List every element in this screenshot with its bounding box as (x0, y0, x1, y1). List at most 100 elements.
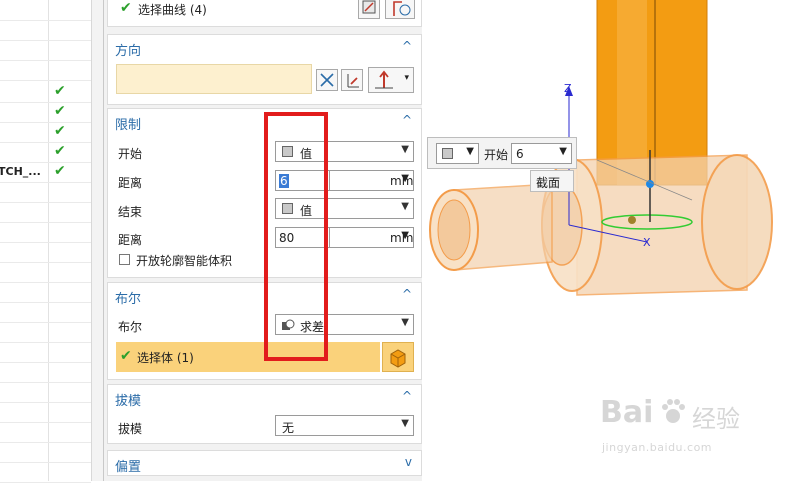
list-item[interactable] (0, 262, 91, 283)
list-item[interactable] (0, 222, 91, 243)
checkmark-icon: ✔ (54, 143, 66, 159)
list-item[interactable] (0, 0, 91, 21)
vector-dialog-button[interactable] (341, 69, 363, 91)
collapse-icon[interactable]: ^ (402, 39, 412, 53)
list-item[interactable] (0, 242, 91, 263)
solid-body-icon (390, 349, 406, 368)
x-axis-label: X (643, 236, 651, 249)
section-tooltip: 截面 (530, 170, 574, 192)
list-item[interactable] (0, 362, 91, 383)
right-pipe-end (701, 154, 773, 290)
direction-header[interactable]: 方向 ^ (108, 35, 421, 59)
popup-start-label: 开始 (484, 148, 509, 162)
popup-start-value: 6 (516, 147, 524, 161)
dropdown-arrow-icon: ▼ (401, 230, 409, 241)
draft-title: 拔模 (115, 394, 142, 409)
reverse-direction-button[interactable] (316, 69, 338, 91)
dropdown-arrow-icon: ▼ (466, 146, 474, 157)
list-item[interactable] (0, 402, 91, 423)
draft-select[interactable]: 无 ▼ (275, 415, 414, 436)
list-item[interactable] (0, 20, 91, 41)
draft-select-value: 无 (282, 421, 295, 435)
select-body-row[interactable]: ✔ 选择体 (1) (116, 342, 380, 372)
list-item[interactable] (0, 442, 91, 463)
start-type-select[interactable]: ▼ (436, 143, 479, 164)
watermark-url: jingyan.baidu.com (602, 441, 713, 454)
pipe-highlight (617, 0, 647, 185)
expand-icon[interactable]: v (405, 455, 412, 469)
offset-title: 偏置 (115, 460, 142, 475)
section-draft: 拔模 ^ 拔模 无 ▼ (107, 384, 422, 444)
dropdown-arrow-icon: ▼ (401, 144, 409, 155)
list-item[interactable] (0, 302, 91, 323)
checkmark-icon: ✔ (54, 163, 66, 179)
extrude-dialog: ✔ 选择曲线 (4) 方向 ^ ▾ 限制 ^ 开始 值 ▼ 距离 6 mm ▼ … (103, 0, 423, 481)
list-item[interactable] (0, 282, 91, 303)
section-label: 截面 (536, 176, 561, 190)
list-item[interactable] (0, 202, 91, 223)
dropdown-arrow-icon: ▼ (559, 146, 567, 157)
collapse-icon[interactable]: ^ (402, 287, 412, 301)
baidu-watermark: Bai 经验 jingyan.baidu.com (600, 395, 780, 465)
draft-header[interactable]: 拔模 ^ (108, 385, 421, 409)
part-navigator: ✔ ✔ ✔ ✔ TCH_... ✔ (0, 0, 92, 483)
list-item[interactable] (0, 40, 91, 61)
select-curve-label[interactable]: 选择曲线 (4) (138, 1, 207, 18)
end-label: 结束 (118, 205, 143, 219)
select-body-button[interactable] (382, 342, 414, 372)
open-profile-checkbox[interactable] (119, 254, 130, 265)
list-item[interactable]: ✔ (0, 142, 91, 163)
sketch-icon (362, 0, 376, 14)
dropdown-arrow-icon: ▾ (404, 73, 409, 83)
list-item[interactable] (0, 462, 91, 483)
direction-title: 方向 (115, 44, 142, 59)
offset-header[interactable]: 偏置 v (108, 451, 421, 475)
reverse-direction-icon (320, 73, 334, 87)
list-item[interactable]: ✔ (0, 102, 91, 123)
draft-label: 拔模 (118, 422, 143, 436)
select-body-label: 选择体 (1) (137, 351, 194, 365)
boolean-title: 布尔 (115, 292, 142, 307)
checkmark-icon: ✔ (54, 83, 66, 99)
vector-type-dropdown[interactable]: ▾ (368, 67, 414, 93)
dropdown-arrow-icon: ▼ (401, 317, 409, 328)
dropdown-arrow-icon: ▼ (401, 173, 409, 184)
splitter[interactable] (92, 0, 103, 481)
section-offset: 偏置 v (107, 450, 422, 476)
list-item[interactable]: ✔ (0, 122, 91, 143)
direction-vector-field[interactable] (116, 64, 312, 94)
feature-name: TCH_... (0, 165, 41, 178)
section-curve: ✔ 选择曲线 (4) (107, 0, 422, 27)
collapse-icon[interactable]: ^ (402, 113, 412, 127)
left-pipe-inner (437, 199, 471, 261)
end-distance-label: 距离 (118, 233, 143, 247)
list-item[interactable] (0, 182, 91, 203)
list-item[interactable] (0, 60, 91, 81)
list-item[interactable] (0, 322, 91, 343)
list-item[interactable]: ✔ (0, 82, 91, 103)
list-item[interactable] (0, 422, 91, 443)
origin-point-icon (628, 216, 636, 224)
checkmark-icon: ✔ (54, 123, 66, 139)
watermark-brand: Bai (600, 395, 654, 430)
sketch-section-button[interactable] (358, 0, 380, 19)
list-item[interactable]: TCH_... ✔ (0, 162, 91, 183)
end-distance-unit-select[interactable]: mm ▼ (330, 227, 414, 248)
boolean-label: 布尔 (118, 320, 143, 334)
curve-icon (393, 1, 411, 16)
curve-button[interactable] (385, 0, 415, 19)
vector-icon (347, 74, 359, 88)
list-item[interactable] (0, 382, 91, 403)
red-highlight-box (264, 112, 328, 361)
list-item[interactable] (0, 342, 91, 363)
watermark-brand-cn: 经验 (692, 405, 740, 433)
z-axis-label: Z (564, 82, 572, 95)
paw-icon (662, 399, 685, 423)
limits-title: 限制 (115, 118, 142, 133)
start-label: 开始 (118, 147, 143, 161)
start-distance-unit-select[interactable]: mm ▼ (330, 170, 414, 191)
collapse-icon[interactable]: ^ (402, 389, 412, 403)
start-distance-label: 距离 (118, 176, 143, 190)
screen-input-popup: ▼ 开始 6 ▼ (427, 137, 577, 169)
popup-start-input[interactable]: 6 ▼ (511, 143, 572, 164)
